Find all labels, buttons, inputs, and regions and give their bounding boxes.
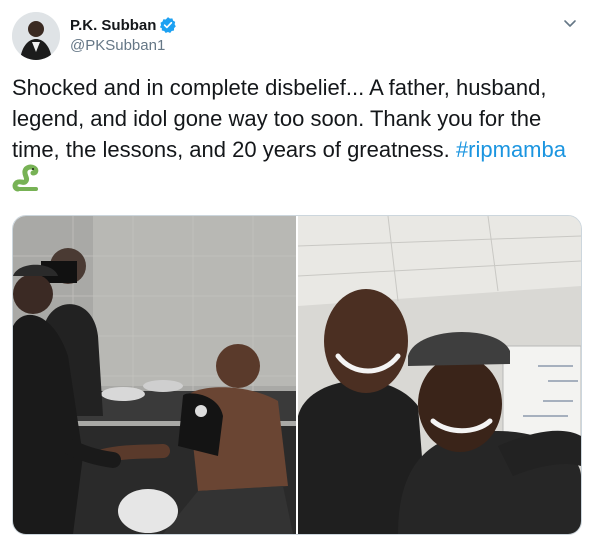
media-grid <box>12 215 582 535</box>
author-handle[interactable]: @PKSubban1 <box>70 37 165 54</box>
avatar[interactable] <box>12 12 60 60</box>
tweet-card: P.K. Subban @PKSubban1 Shocked and in co… <box>0 0 591 540</box>
photo-selfie[interactable] <box>298 216 581 534</box>
verified-badge-icon <box>159 16 177 34</box>
author-name-row: P.K. Subban <box>70 15 177 35</box>
photo-locker-room-handshake[interactable] <box>13 216 296 534</box>
author-display-name[interactable]: P.K. Subban <box>70 17 156 34</box>
chevron-down-icon[interactable] <box>561 14 579 32</box>
snake-emoji-icon <box>12 164 40 192</box>
tweet-text: Shocked and in complete disbelief... A f… <box>12 72 582 165</box>
avatar-image <box>12 12 60 60</box>
hashtag-link[interactable]: #ripmamba <box>456 137 566 162</box>
